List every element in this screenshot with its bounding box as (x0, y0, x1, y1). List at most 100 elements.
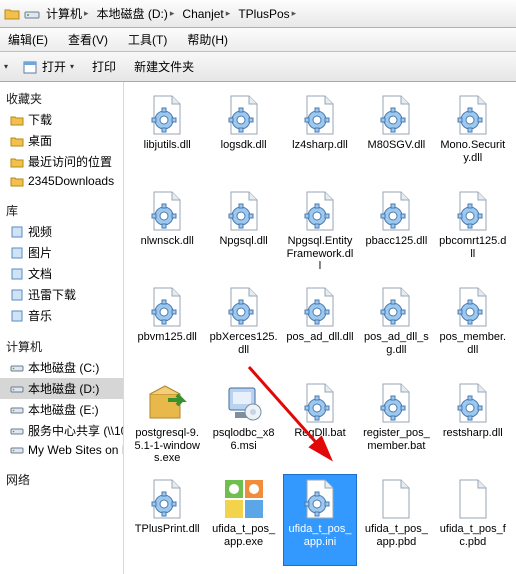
sidebar-item[interactable]: 本地磁盘 (C:) (0, 357, 123, 378)
open-button[interactable]: 打开 ▾ (18, 56, 78, 77)
sidebar-item[interactable]: 迅雷下载 (0, 284, 123, 305)
file-item[interactable]: restsharp.dll (436, 378, 510, 470)
sidebar-item-icon (10, 288, 24, 302)
sidebar-item-label: 本地磁盘 (D:) (28, 380, 99, 397)
file-icon (451, 93, 495, 137)
sidebar-item-label: 最近访问的位置 (28, 153, 112, 170)
open-label: 打开 (42, 58, 66, 75)
file-item[interactable]: ufida_t_pos_app.pbd (359, 474, 433, 566)
file-item[interactable]: nlwnsck.dll (130, 186, 204, 278)
file-item[interactable]: RegDll.bat (283, 378, 357, 470)
sidebar-item-label: 服务中心共享 (\\10.9 (28, 422, 123, 439)
sidebar-item[interactable]: My Web Sites on MSN (0, 441, 123, 459)
breadcrumb[interactable]: 计算机▸ 本地磁盘 (D:)▸ Chanjet▸ TPlusPos▸ (0, 0, 516, 28)
file-label: ufida_t_pos_fc.pbd (439, 523, 507, 548)
file-icon (374, 381, 418, 425)
menu-help[interactable]: 帮助(H) (183, 29, 232, 50)
sidebar-item[interactable]: 服务中心共享 (\\10.9 (0, 420, 123, 441)
file-label: logsdk.dll (221, 139, 267, 152)
sidebar-item[interactable]: 文档 (0, 263, 123, 284)
breadcrumb-item[interactable]: 计算机▸ (44, 3, 91, 24)
file-icon (145, 189, 189, 233)
sidebar-item-icon (10, 225, 24, 239)
sidebar-item[interactable]: 本地磁盘 (E:) (0, 399, 123, 420)
new-folder-button[interactable]: 新建文件夹 (130, 56, 198, 77)
sidebar-item[interactable]: 2345Downloads (0, 172, 123, 190)
file-item[interactable]: pbacc125.dll (359, 186, 433, 278)
organize-arrow-icon[interactable]: ▾ (4, 62, 8, 71)
sidebar: 收藏夹 下载桌面最近访问的位置2345Downloads 库 视频图片文档迅雷下… (0, 82, 124, 574)
toolbar: ▾ 打开 ▾ 打印 新建文件夹 (0, 52, 516, 82)
menu-tools[interactable]: 工具(T) (124, 29, 171, 50)
file-item[interactable]: ufida_t_pos_app.exe (206, 474, 280, 566)
file-icon (298, 93, 342, 137)
file-label: pos_ad_dll_sg.dll (362, 331, 430, 356)
sidebar-item-label: 文档 (28, 265, 52, 282)
file-item[interactable]: lz4sharp.dll (283, 90, 357, 182)
file-icon (298, 189, 342, 233)
file-icon (298, 477, 342, 521)
file-item[interactable]: Npgsql.EntityFramework.dll (283, 186, 357, 278)
file-icon (298, 285, 342, 329)
file-icon (222, 189, 266, 233)
file-item[interactable]: postgresql-9.5.1-1-windows.exe (130, 378, 204, 470)
file-label: ufida_t_pos_app.pbd (362, 523, 430, 548)
breadcrumb-item[interactable]: Chanjet▸ (180, 5, 232, 23)
file-item[interactable]: ufida_t_pos_fc.pbd (436, 474, 510, 566)
sidebar-item[interactable]: 视频 (0, 221, 123, 242)
file-icon (145, 381, 189, 425)
sidebar-item[interactable]: 本地磁盘 (D:) (0, 378, 123, 399)
sidebar-item-icon (10, 174, 24, 188)
file-item[interactable]: pos_ad_dll_sg.dll (359, 282, 433, 374)
breadcrumb-item[interactable]: TPlusPos▸ (236, 5, 298, 23)
file-item[interactable]: libjutils.dll (130, 90, 204, 182)
file-item[interactable]: register_pos_member.bat (359, 378, 433, 470)
file-item[interactable]: Npgsql.dll (206, 186, 280, 278)
file-item[interactable]: TPlusPrint.dll (130, 474, 204, 566)
file-item[interactable]: pbcomrt125.dll (436, 186, 510, 278)
breadcrumb-label: TPlusPos (238, 7, 289, 21)
file-item[interactable]: psqlodbc_x86.msi (206, 378, 280, 470)
menu-edit[interactable]: 编辑(E) (4, 29, 52, 50)
file-label: pbXerces125.dll (209, 331, 277, 356)
file-icon (451, 477, 495, 521)
file-label: Npgsql.EntityFramework.dll (286, 235, 354, 273)
file-label: register_pos_member.bat (362, 427, 430, 452)
file-item[interactable] (130, 570, 204, 574)
file-item[interactable]: ufida_t_pos_app.ini (283, 474, 357, 566)
file-label: psqlodbc_x86.msi (209, 427, 277, 452)
sidebar-item[interactable]: 下载 (0, 109, 123, 130)
file-label: ufida_t_pos_app.exe (209, 523, 277, 548)
sidebar-item[interactable]: 音乐 (0, 305, 123, 326)
file-item[interactable]: pos_ad_dll.dll (283, 282, 357, 374)
file-icon (145, 477, 189, 521)
file-label: pbvm125.dll (138, 331, 197, 344)
file-item[interactable]: logsdk.dll (206, 90, 280, 182)
sidebar-item[interactable]: 桌面 (0, 130, 123, 151)
file-icon (222, 477, 266, 521)
sidebar-item-icon (10, 443, 24, 457)
breadcrumb-item[interactable]: 本地磁盘 (D:)▸ (95, 3, 177, 24)
file-label: ufida_t_pos_app.ini (286, 523, 354, 548)
sidebar-item[interactable]: 图片 (0, 242, 123, 263)
file-icon (374, 189, 418, 233)
menu-view[interactable]: 查看(V) (64, 29, 112, 50)
file-item[interactable]: pbXerces125.dll (206, 282, 280, 374)
sidebar-item-icon (10, 134, 24, 148)
file-label: M80SGV.dll (368, 139, 426, 152)
print-button[interactable]: 打印 (88, 56, 120, 77)
file-item[interactable] (206, 570, 280, 574)
file-pane[interactable]: libjutils.dll logsdk.dll lz4sharp.dll M80SG… (124, 82, 516, 574)
file-label: RegDll.bat (294, 427, 345, 440)
sidebar-item-icon (10, 403, 24, 417)
sidebar-item-icon (10, 361, 24, 375)
file-item[interactable]: pos_member.dll (436, 282, 510, 374)
file-item[interactable]: pbvm125.dll (130, 282, 204, 374)
sidebar-item-icon (10, 424, 24, 438)
sidebar-group-network: 网络 (0, 467, 123, 490)
file-item[interactable]: M80SGV.dll (359, 90, 433, 182)
sidebar-item-icon (10, 309, 24, 323)
sidebar-item[interactable]: 最近访问的位置 (0, 151, 123, 172)
file-icon (374, 285, 418, 329)
file-item[interactable]: Mono.Security.dll (436, 90, 510, 182)
